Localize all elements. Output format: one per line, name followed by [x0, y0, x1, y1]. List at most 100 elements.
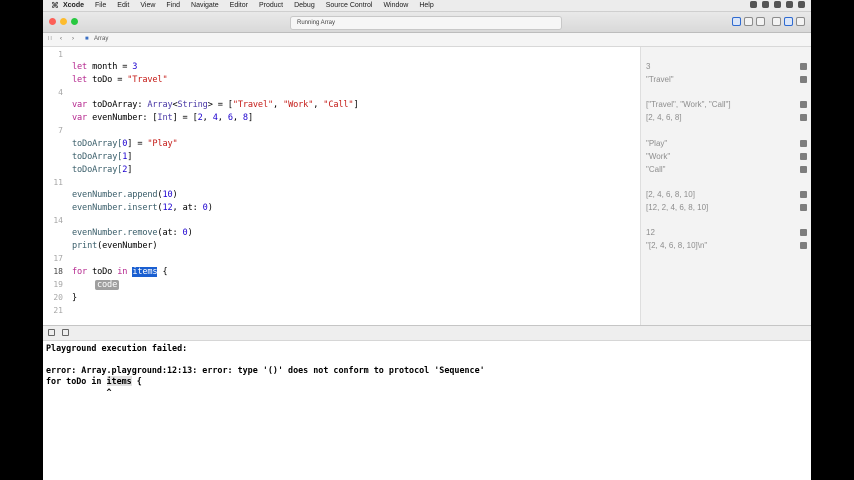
code-line: evenNumber.insert(12, at: 0): [72, 203, 213, 213]
console-line: Playground execution failed:: [46, 343, 188, 353]
result-value: 12: [646, 228, 655, 237]
result-value: [2, 4, 6, 8]: [646, 113, 682, 122]
jump-bar: ∷ ‹ › ■ Array: [43, 33, 811, 47]
spotlight-icon[interactable]: [798, 1, 805, 8]
menu-product[interactable]: Product: [259, 2, 283, 9]
result-value: [2, 4, 6, 8, 10]: [646, 190, 695, 199]
toolbar-view-buttons: [732, 17, 805, 26]
menu-help[interactable]: Help: [419, 2, 433, 9]
standard-editor-button[interactable]: [732, 17, 741, 26]
related-items-icon[interactable]: ∷: [48, 33, 52, 46]
line-number: 14: [53, 216, 63, 225]
line-number: 7: [58, 126, 63, 135]
menu-debug[interactable]: Debug: [294, 2, 315, 9]
line-number: 21: [53, 306, 63, 315]
code-line: print(evenNumber): [72, 241, 158, 251]
menu-edit[interactable]: Edit: [117, 2, 129, 9]
line-number: 19: [53, 280, 63, 289]
user-icon[interactable]: [786, 1, 793, 8]
debug-area-toggle-button[interactable]: [784, 17, 793, 26]
menu-extras: [750, 1, 805, 8]
quick-look-icon[interactable]: [800, 76, 807, 83]
clear-console-icon[interactable]: [62, 329, 69, 336]
menu-source-control[interactable]: Source Control: [326, 2, 373, 9]
line-number: 17: [53, 254, 63, 263]
result-value: "Call": [646, 165, 666, 174]
status-text: Running Array: [297, 20, 336, 26]
utilities-toggle-button[interactable]: [796, 17, 805, 26]
code-line: var evenNumber: [Int] = [2, 4, 6, 8]: [72, 113, 253, 123]
quick-look-icon[interactable]: [800, 63, 807, 70]
close-window-button[interactable]: [49, 18, 56, 25]
zoom-window-button[interactable]: [71, 18, 78, 25]
result-value: ["Travel", "Work", "Call"]: [646, 100, 731, 109]
playground-file-icon: ■: [85, 36, 89, 42]
result-value: "Play": [646, 139, 668, 148]
menu-editor[interactable]: Editor: [230, 2, 248, 9]
bluetooth-icon[interactable]: [762, 1, 769, 8]
activity-status-bar: Running Array: [290, 16, 562, 30]
assistant-editor-button[interactable]: [744, 17, 753, 26]
result-value: 3: [646, 62, 651, 71]
menu-find[interactable]: Find: [166, 2, 180, 9]
window-controls: [49, 18, 78, 25]
line-number: 20: [53, 293, 63, 302]
menu-navigate[interactable]: Navigate: [191, 2, 219, 9]
code-line: let month = 3: [72, 62, 138, 72]
quick-look-icon[interactable]: [800, 166, 807, 173]
code-line: toDoArray[2]: [72, 165, 133, 175]
screen: ⌘ Xcode File Edit View Find Navigate Edi…: [43, 0, 811, 480]
battery-icon[interactable]: [774, 1, 781, 8]
console-line: ^: [46, 387, 112, 397]
version-editor-button[interactable]: [756, 17, 765, 26]
result-value: [12, 2, 4, 6, 8, 10]: [646, 203, 709, 212]
line-number: 11: [53, 178, 63, 187]
debug-area-bar: [43, 325, 811, 341]
quick-look-icon[interactable]: [800, 140, 807, 147]
quick-look-icon[interactable]: [800, 101, 807, 108]
console-line: for toDo in items {: [46, 376, 142, 386]
line-number: 18: [53, 267, 63, 276]
minimize-window-button[interactable]: [60, 18, 67, 25]
code-line: toDoArray[1]: [72, 152, 133, 162]
apple-menu-icon[interactable]: ⌘: [47, 1, 63, 10]
quick-look-icon[interactable]: [800, 242, 807, 249]
code-line: toDoArray[0] = "Play": [72, 139, 178, 149]
breadcrumb-file[interactable]: Array: [94, 33, 108, 46]
line-number: 4: [58, 88, 63, 97]
results-sidebar: 3 "Travel" ["Travel", "Work", "Call"] [2…: [640, 47, 811, 325]
menu-xcode[interactable]: Xcode: [63, 2, 84, 9]
line-number: 1: [58, 50, 63, 59]
menu-file[interactable]: File: [95, 2, 106, 9]
back-arrow-icon[interactable]: ‹: [60, 33, 62, 46]
code-editor[interactable]: 1 4 7 11 14 17 18 19 20 21 let month = 3…: [43, 47, 640, 325]
quick-look-icon[interactable]: [800, 114, 807, 121]
quick-look-icon[interactable]: [800, 191, 807, 198]
code-placeholder[interactable]: code: [95, 280, 120, 290]
quick-look-icon[interactable]: [800, 153, 807, 160]
console-line: error: Array.playground:12:13: error: ty…: [46, 365, 485, 375]
wifi-icon[interactable]: [750, 1, 757, 8]
menu-view[interactable]: View: [140, 2, 155, 9]
window-toolbar: Running Array: [43, 12, 811, 33]
code-line: var toDoArray: Array<String> = ["Travel"…: [72, 100, 359, 110]
result-value: "[2, 4, 6, 8, 10]\n": [646, 241, 708, 250]
quick-look-icon[interactable]: [800, 229, 807, 236]
code-line: evenNumber.remove(at: 0): [72, 228, 193, 238]
forward-arrow-icon[interactable]: ›: [72, 33, 74, 46]
result-value: "Travel": [646, 75, 674, 84]
code-line: }: [72, 293, 78, 303]
code-line-current: for toDo in items {: [72, 267, 168, 277]
console-output[interactable]: Playground execution failed: error: Arra…: [46, 343, 485, 403]
selected-token[interactable]: items: [132, 267, 158, 277]
navigator-toggle-button[interactable]: [772, 17, 781, 26]
hide-debug-area-icon[interactable]: [48, 329, 55, 336]
menu-window[interactable]: Window: [383, 2, 408, 9]
code-line: evenNumber.append(10): [72, 190, 178, 200]
quick-look-icon[interactable]: [800, 204, 807, 211]
result-value: "Work": [646, 152, 671, 161]
code-line: code: [95, 280, 120, 290]
menu-bar: ⌘ Xcode File Edit View Find Navigate Edi…: [43, 0, 811, 12]
line-number-gutter: 1 4 7 11 14 17 18 19 20 21: [43, 47, 67, 325]
code-line: let toDo = "Travel": [72, 75, 168, 85]
